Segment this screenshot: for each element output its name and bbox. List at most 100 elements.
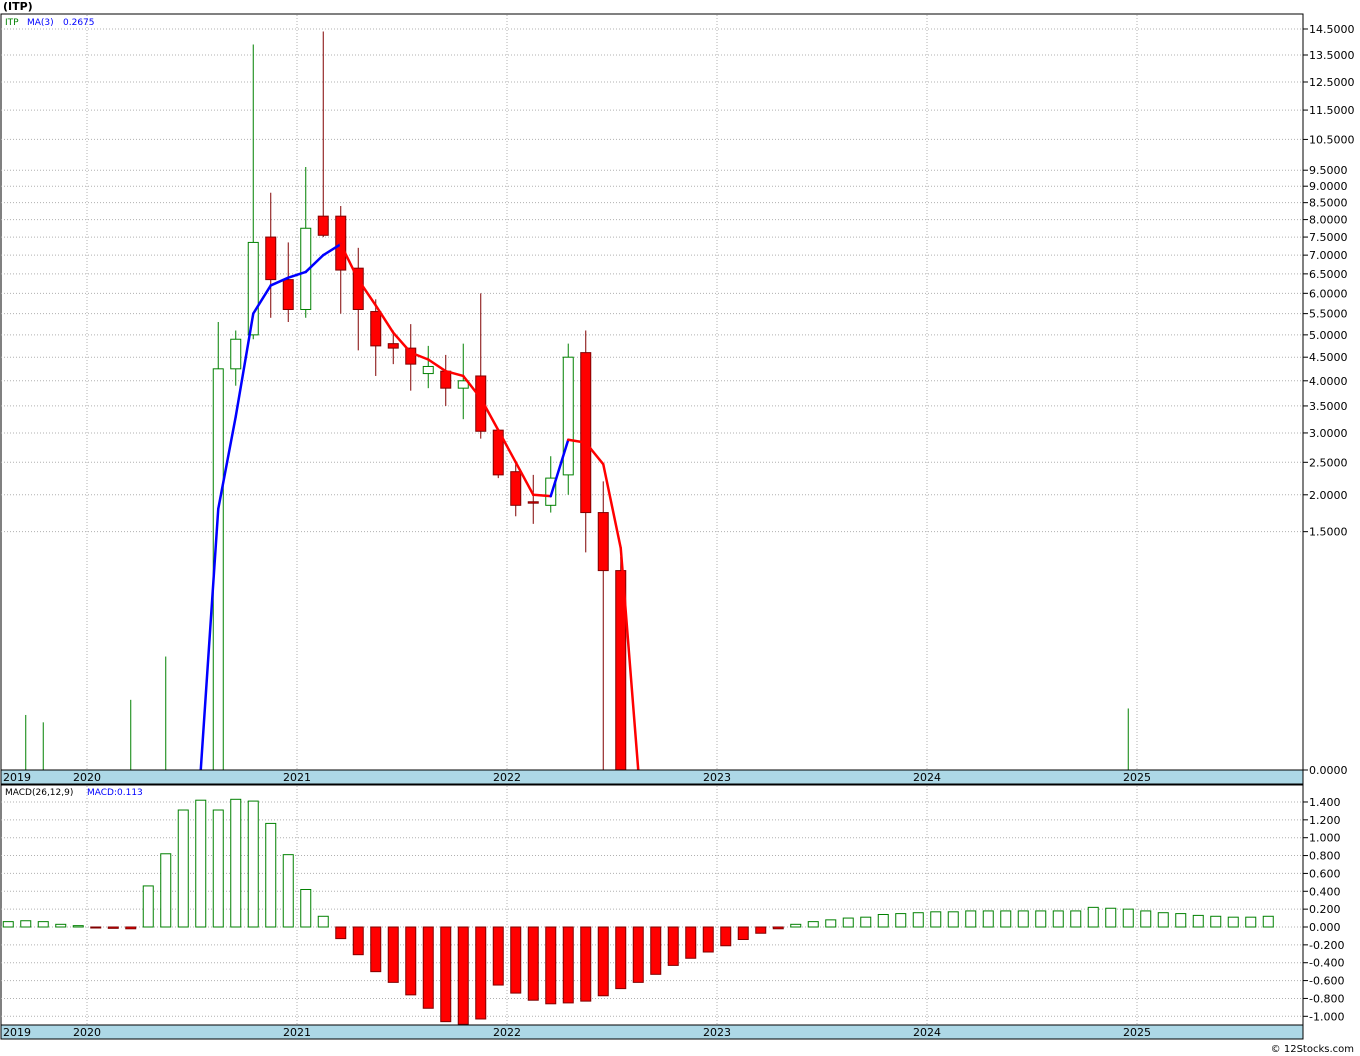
macd-legend-label: MACD(26,12,9) (5, 788, 73, 798)
price-y-tick-label: 6.5000 (1309, 268, 1348, 281)
macd-bar (1000, 910, 1012, 928)
macd-bar (107, 926, 119, 929)
macd-y-tick-label: 1.000 (1309, 832, 1341, 845)
macd-bar (1035, 910, 1047, 928)
macd-bar (755, 926, 767, 934)
macd-bar (1140, 910, 1152, 928)
macd-bar (352, 926, 364, 956)
macd-bar (335, 926, 347, 940)
macd-bar (2, 921, 14, 928)
candle-body (510, 471, 522, 506)
macd-bar (510, 926, 522, 994)
macd-x-tick-label: 2025 (1123, 1026, 1151, 1039)
macd-bar (457, 926, 469, 1025)
macd-bar (1052, 910, 1064, 928)
price-y-tick-label: 5.0000 (1309, 329, 1348, 342)
macd-bar (72, 925, 84, 928)
price-y-tick-label: 9.5000 (1309, 164, 1348, 177)
macd-bar (982, 910, 994, 928)
macd-bar (527, 926, 539, 1001)
macd-x-tick-label: 2024 (913, 1026, 941, 1039)
macd-bar (317, 915, 329, 928)
macd-y-tick-label: -0.800 (1309, 992, 1344, 1005)
macd-bar (37, 921, 49, 928)
macd-bar (545, 926, 557, 1005)
macd-bar (737, 926, 749, 941)
macd-x-tick-label: 2023 (703, 1026, 731, 1039)
macd-x-tick-label: 2019 (3, 1026, 31, 1039)
candle-body (527, 501, 539, 504)
macd-bar (247, 800, 259, 928)
price-y-tick-label: 3.0000 (1309, 427, 1348, 440)
macd-bar (282, 854, 294, 928)
price-y-tick-label: 12.5000 (1309, 76, 1355, 89)
macd-bar (930, 911, 942, 928)
price-y-axis: 14.5000 13.5000 12.5000 11.5000 10.5000 9.500… (1303, 23, 1355, 777)
macd-bar (300, 888, 312, 928)
candle-body (282, 279, 294, 310)
candle-body (370, 311, 382, 347)
candle-body (422, 365, 434, 375)
macd-y-tick-label: -0.600 (1309, 975, 1344, 988)
macd-y-tick-label: -0.200 (1309, 939, 1344, 952)
macd-bar (405, 926, 417, 996)
macd-bar (265, 822, 277, 928)
price-y-tick-label: 1.5000 (1309, 526, 1348, 539)
macd-bar (650, 926, 662, 975)
macd-bar (1157, 912, 1169, 928)
macd-bar (965, 910, 977, 928)
macd-y-tick-label: -1.000 (1309, 1010, 1344, 1023)
candle-body (265, 236, 277, 281)
macd-bar (807, 921, 819, 928)
macd-y-axis: 1.400 1.200 1.000 0.800 0.600 0.400 0.200 0.000… (1303, 796, 1344, 1023)
macd-time-axis-bar (0, 1024, 1304, 1040)
price-y-tick-label: 13.5000 (1309, 49, 1355, 62)
macd-bar (895, 913, 907, 928)
legend-symbol: ITP (5, 18, 19, 28)
price-x-tick-label: 2019 (3, 771, 31, 784)
macd-bar (90, 926, 102, 929)
macd-bar (720, 926, 732, 947)
macd-bar (702, 926, 714, 953)
macd-bar (912, 912, 924, 928)
price-y-tick-label: 14.5000 (1309, 23, 1355, 36)
macd-bar (842, 917, 854, 928)
macd-bar (1105, 907, 1117, 928)
macd-y-tick-label: 0.200 (1309, 903, 1341, 916)
price-y-tick-label: 2.5000 (1309, 456, 1348, 469)
macd-bar (475, 926, 487, 1020)
macd-y-tick-label: -0.400 (1309, 957, 1344, 970)
price-y-tick-label: 3.5000 (1309, 400, 1348, 413)
price-x-tick-label: 2020 (73, 771, 101, 784)
macd-bar (685, 926, 697, 959)
macd-bar (615, 926, 627, 990)
macd-y-tick-label: 1.200 (1309, 814, 1341, 827)
macd-bar (877, 913, 889, 928)
price-plot-frame (0, 13, 1304, 771)
price-y-tick-label: 4.0000 (1309, 375, 1348, 388)
macd-bar (422, 926, 434, 1009)
macd-bar (772, 926, 784, 930)
macd-bar (562, 926, 574, 1004)
macd-bar (1262, 915, 1274, 928)
macd-y-tick-label: 0.400 (1309, 885, 1341, 898)
candle-body (562, 356, 574, 476)
candle-body (230, 338, 242, 370)
price-y-tick-label: 7.0000 (1309, 249, 1348, 262)
macd-bar (597, 926, 609, 997)
macd-bar (142, 885, 154, 928)
price-x-tick-label: 2023 (703, 771, 731, 784)
candle-body (440, 370, 452, 389)
legend-ma-label: MA(3) (27, 18, 54, 28)
price-x-tick-label: 2021 (283, 771, 311, 784)
macd-bar (387, 926, 399, 983)
price-y-tick-label: 9.0000 (1309, 180, 1348, 193)
macd-bar (1070, 910, 1082, 928)
macd-bar (1192, 914, 1204, 928)
candle-body (317, 215, 329, 236)
macd-bar (160, 853, 172, 928)
macd-bar (632, 926, 644, 983)
price-time-axis-bar (0, 769, 1304, 785)
macd-legend-value: MACD:0.113 (87, 788, 143, 798)
stock-chart: 14.5000 13.5000 12.5000 11.5000 10.5000 9.500… (0, 13, 1355, 1040)
